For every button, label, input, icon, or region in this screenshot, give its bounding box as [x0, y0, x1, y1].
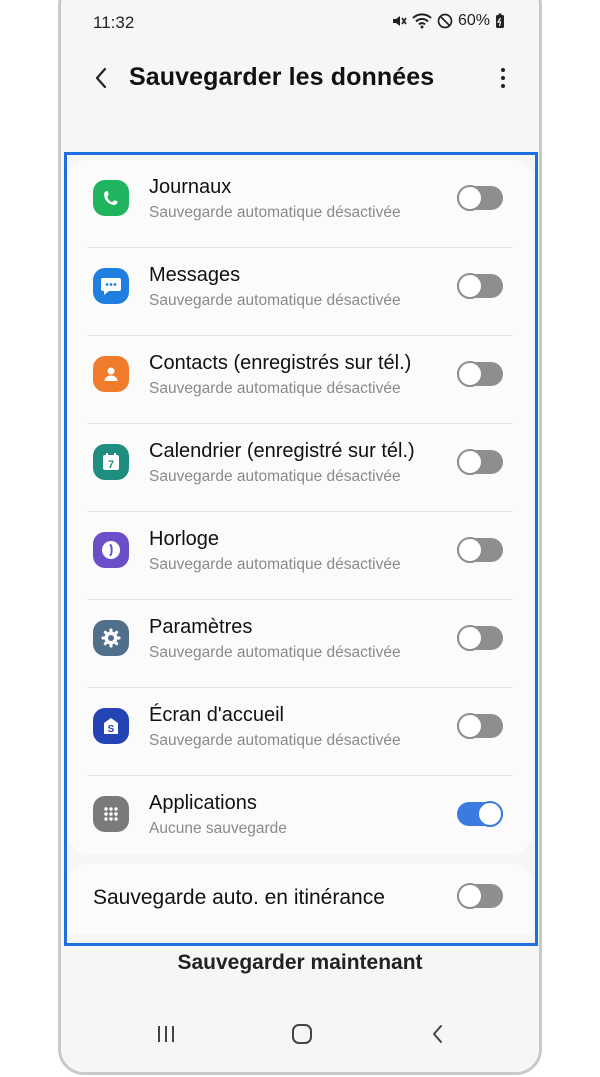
more-vertical-icon — [501, 68, 505, 88]
item-status: Sauvegarde automatique désactivée — [149, 380, 401, 397]
status-bar: 11:32 60% — [61, 3, 539, 33]
list-item-messages[interactable]: Messages Sauvegarde automatique désactiv… — [67, 248, 533, 336]
app-header: Sauvegarder les données — [61, 53, 539, 113]
ecran-accueil-toggle[interactable] — [457, 713, 503, 739]
list-item-calendrier[interactable]: 7 Calendrier (enregistré sur tél.) Sauve… — [67, 424, 533, 512]
page-title: Sauvegarder les données — [129, 63, 435, 91]
list-item-parametres[interactable]: Paramètres Sauvegarde automatique désact… — [67, 600, 533, 688]
back-nav-button[interactable] — [423, 1019, 453, 1049]
item-status: Sauvegarde automatique désactivée — [149, 292, 401, 309]
chevron-left-icon — [95, 67, 107, 89]
roaming-label: Sauvegarde auto. en itinérance — [93, 886, 385, 909]
gear-icon — [93, 620, 129, 656]
item-name: Écran d'accueil — [149, 704, 284, 726]
calendar-icon: 7 — [93, 444, 129, 480]
do-not-disturb-icon — [437, 13, 453, 29]
list-item-applications[interactable]: Applications Aucune sauvegarde — [67, 776, 533, 864]
parametres-toggle[interactable] — [457, 625, 503, 651]
item-name: Horloge — [149, 528, 220, 550]
mute-icon — [391, 13, 407, 29]
horloge-toggle[interactable] — [457, 537, 503, 563]
messages-toggle[interactable] — [457, 273, 503, 299]
svg-text:7: 7 — [108, 459, 114, 471]
item-name: Applications — [149, 792, 257, 814]
applications-toggle[interactable] — [457, 801, 503, 827]
contact-icon — [93, 356, 129, 392]
status-icons: 60% — [391, 12, 505, 30]
item-status: Sauvegarde automatique désactivée — [149, 644, 401, 661]
apps-grid-icon — [93, 796, 129, 832]
home-screen-icon: S — [93, 708, 129, 744]
journaux-toggle[interactable] — [457, 185, 503, 211]
item-name: Contacts (enregistrés sur tél.) — [149, 352, 412, 374]
item-name: Calendrier (enregistré sur tél.) — [149, 440, 415, 462]
phone-screen: 11:32 60% Sauvegarder les données Journa… — [58, 0, 542, 1075]
battery-level: 60% — [457, 12, 490, 29]
roaming-toggle[interactable] — [457, 883, 503, 909]
roaming-card[interactable]: Sauvegarde auto. en itinérance — [67, 864, 533, 934]
battery-icon — [495, 13, 505, 29]
backup-now-button[interactable]: Sauvegarder maintenant — [61, 951, 539, 975]
item-status: Aucune sauvegarde — [149, 820, 287, 837]
data-list-card: Journaux Sauvegarde automatique désactiv… — [67, 160, 533, 854]
list-item-horloge[interactable]: Horloge Sauvegarde automatique désactivé… — [67, 512, 533, 600]
home-icon — [292, 1024, 312, 1044]
item-status: Sauvegarde automatique désactivée — [149, 732, 401, 749]
list-item-ecran-accueil[interactable]: S Écran d'accueil Sauvegarde automatique… — [67, 688, 533, 776]
item-name: Messages — [149, 264, 241, 286]
navigation-bar — [61, 1013, 539, 1053]
list-item-contacts[interactable]: Contacts (enregistrés sur tél.) Sauvegar… — [67, 336, 533, 424]
svg-text:S: S — [108, 724, 115, 735]
recent-apps-button[interactable] — [151, 1019, 181, 1049]
status-time: 11:32 — [93, 13, 135, 32]
back-arrow-icon — [433, 1025, 442, 1043]
item-status: Sauvegarde automatique désactivée — [149, 204, 401, 221]
clock-icon — [93, 532, 129, 568]
home-button[interactable] — [287, 1019, 317, 1049]
calendrier-toggle[interactable] — [457, 449, 503, 475]
contacts-toggle[interactable] — [457, 361, 503, 387]
message-icon — [93, 268, 129, 304]
item-status: Sauvegarde automatique désactivée — [149, 468, 401, 485]
item-name: Journaux — [149, 176, 232, 198]
recent-apps-icon — [158, 1026, 174, 1042]
item-name: Paramètres — [149, 616, 253, 638]
wifi-icon — [412, 13, 432, 29]
more-options-button[interactable] — [493, 63, 513, 93]
phone-icon — [93, 180, 129, 216]
back-button[interactable] — [87, 63, 117, 93]
item-status: Sauvegarde automatique désactivée — [149, 556, 401, 573]
list-item-journaux[interactable]: Journaux Sauvegarde automatique désactiv… — [67, 160, 533, 248]
